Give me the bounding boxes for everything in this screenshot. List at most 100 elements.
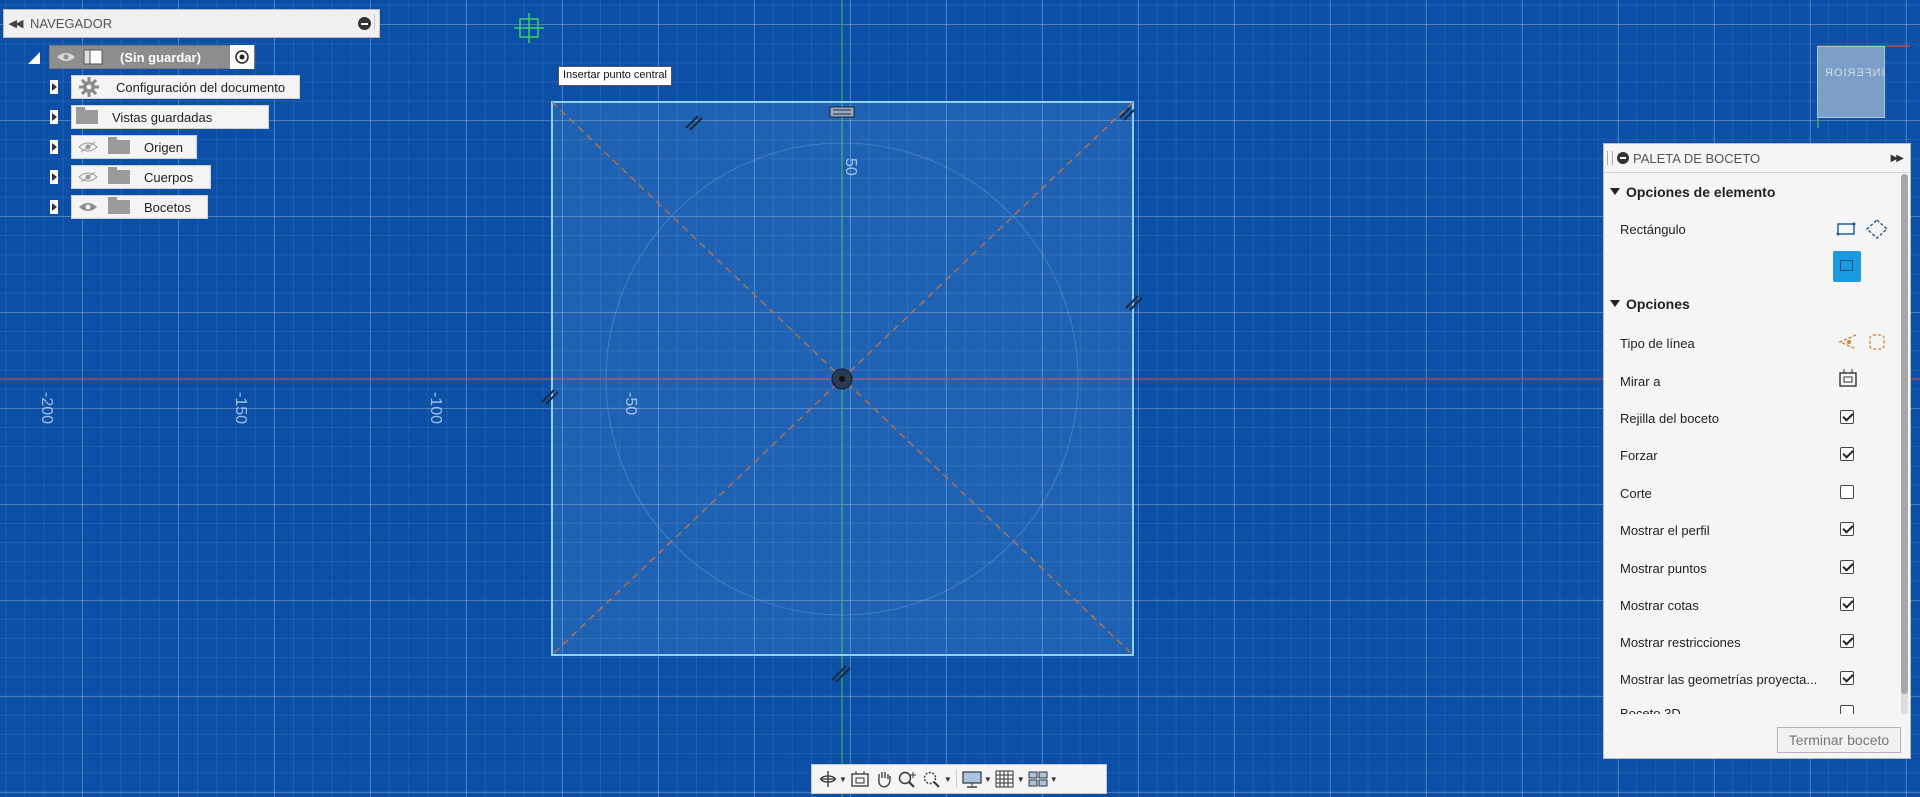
expand-arrow-icon[interactable] — [50, 200, 58, 214]
option-slice-label: Corte — [1620, 486, 1652, 501]
centerline-linetype-icon[interactable] — [1866, 331, 1888, 353]
sketch-palette: PALETA DE BOCETO ▶▶ Opciones de elemento… — [1603, 143, 1911, 759]
section-title: Opciones de elemento — [1626, 184, 1776, 200]
expand-arrow-icon[interactable] — [50, 110, 58, 124]
viewports-button[interactable]: ▼ — [1027, 768, 1058, 790]
minimize-icon[interactable] — [358, 17, 371, 30]
option-linetype-label: Tipo de línea — [1620, 336, 1695, 351]
origin-marker-icon — [514, 13, 544, 43]
palette-header[interactable]: PALETA DE BOCETO ▶▶ — [1604, 144, 1910, 173]
navigator-root-node[interactable]: (Sin guardar) — [49, 45, 255, 69]
display-settings-button[interactable]: ▼ — [961, 768, 992, 790]
option-show-constraints-label: Mostrar restricciones — [1620, 635, 1741, 650]
navigator-item-label: Cuerpos — [144, 169, 194, 185]
collapse-arrow-icon[interactable] — [28, 52, 40, 64]
eye-icon[interactable] — [78, 201, 98, 213]
palette-title: PALETA DE BOCETO — [1633, 150, 1761, 166]
option-show-points-label: Mostrar puntos — [1620, 561, 1707, 576]
grid-icon — [995, 770, 1014, 788]
look-at-icon — [851, 771, 869, 787]
zoom-icon — [898, 771, 916, 788]
view-cube[interactable]: INFERIOR — [1817, 46, 1885, 118]
viewcube-face-label: INFERIOR — [1824, 67, 1885, 79]
navigator-item-saved-views[interactable]: Vistas guardadas — [71, 105, 269, 129]
navigator-item-sketches[interactable]: Bocetos — [71, 195, 208, 219]
option-look-at-label: Mirar a — [1620, 374, 1661, 389]
folder-icon — [108, 197, 130, 214]
construction-linetype-icon[interactable] — [1836, 331, 1858, 353]
finish-sketch-button[interactable]: Terminar boceto — [1777, 727, 1901, 753]
navigator-item-label: Configuración del documento — [116, 79, 286, 95]
navigator-title: NAVEGADOR — [30, 16, 113, 31]
fit-button[interactable]: ▼ — [921, 768, 952, 790]
option-show-profile-label: Mostrar el perfil — [1620, 523, 1710, 538]
toolbar-separator — [955, 770, 957, 788]
palette-grip[interactable] — [1607, 151, 1613, 165]
horizontal-constraint-icon — [829, 106, 855, 118]
collapse-icon[interactable]: ◀◀ — [4, 17, 26, 30]
two-point-rectangle-icon[interactable] — [1835, 220, 1857, 238]
look-at-button[interactable] — [849, 768, 871, 790]
three-point-rectangle-icon[interactable] — [1865, 218, 1889, 240]
eye-hidden-icon[interactable] — [78, 171, 98, 183]
navigator-header[interactable]: ◀◀ NAVEGADOR — [3, 9, 380, 38]
navigator-item-origin[interactable]: Origen — [71, 135, 197, 159]
sketch-grid-checkbox[interactable] — [1840, 410, 1854, 424]
show-points-checkbox[interactable] — [1840, 560, 1854, 574]
folder-icon — [108, 167, 130, 184]
eye-icon[interactable] — [56, 51, 76, 63]
section-title: Opciones — [1626, 296, 1690, 312]
eye-hidden-icon[interactable] — [78, 141, 98, 153]
zoom-button[interactable] — [897, 768, 919, 790]
navigator-item-label: Vistas guardadas — [112, 109, 213, 125]
navigator-item-label: Origen — [144, 139, 184, 155]
center-point-dot — [839, 376, 845, 382]
show-projected-checkbox[interactable] — [1840, 671, 1854, 685]
navigation-toolbar: ▼ ▼ ▼ ▼ ▼ — [811, 764, 1107, 794]
slice-checkbox[interactable] — [1840, 485, 1854, 499]
section-options[interactable]: Opciones — [1610, 296, 1690, 312]
show-profile-checkbox[interactable] — [1840, 522, 1854, 536]
navigator-item-document-settings[interactable]: Configuración del documento — [71, 75, 300, 99]
navigator-resize-grip[interactable] — [374, 14, 380, 30]
3d-sketch-checkbox[interactable] — [1840, 705, 1854, 714]
option-show-dimensions-label: Mostrar cotas — [1620, 598, 1699, 613]
orbit-icon — [820, 771, 836, 787]
folder-icon — [108, 137, 130, 154]
activate-radio-icon[interactable] — [230, 45, 254, 69]
show-constraints-checkbox[interactable] — [1840, 634, 1854, 648]
snap-checkbox[interactable] — [1840, 447, 1854, 461]
axis-label: -200 — [38, 392, 55, 424]
look-at-icon[interactable] — [1837, 367, 1859, 389]
expand-arrow-icon[interactable] — [50, 140, 58, 154]
palette-scrollbar[interactable] — [1901, 174, 1908, 714]
option-sketch-grid-label: Rejilla del boceto — [1620, 411, 1720, 426]
fit-icon — [923, 771, 940, 788]
option-3d-sketch-label: Boceto 3D — [1620, 706, 1681, 714]
expand-arrow-icon[interactable] — [50, 80, 58, 94]
navigator-item-bodies[interactable]: Cuerpos — [71, 165, 211, 189]
viewports-icon — [1028, 771, 1048, 787]
center-rectangle-icon[interactable] — [1833, 251, 1861, 282]
axis-label: -150 — [232, 392, 249, 424]
axis-label: -50 — [622, 392, 639, 415]
pan-button[interactable] — [873, 768, 895, 790]
show-dimensions-checkbox[interactable] — [1840, 597, 1854, 611]
grid-button[interactable]: ▼ — [994, 768, 1025, 790]
option-snap-label: Forzar — [1620, 448, 1658, 463]
element-label: Rectángulo — [1620, 222, 1686, 237]
axis-label: 50 — [842, 158, 859, 176]
expand-icon[interactable]: ▶▶ — [1891, 153, 1904, 164]
palette-clip: Boceto 3D — [1604, 704, 1902, 714]
section-element-options[interactable]: Opciones de elemento — [1610, 184, 1775, 200]
option-show-projected-label: Mostrar las geometrías proyecta... — [1620, 672, 1818, 687]
axis-label: -100 — [427, 392, 444, 424]
expand-arrow-icon[interactable] — [50, 170, 58, 184]
orbit-button[interactable]: ▼ — [818, 768, 847, 790]
document-icon — [83, 49, 103, 65]
tooltip: Insertar punto central — [558, 66, 672, 86]
minimize-icon[interactable] — [1617, 152, 1629, 164]
gear-icon — [79, 77, 99, 97]
root-label: (Sin guardar) — [120, 49, 201, 65]
display-settings-icon — [962, 771, 982, 788]
